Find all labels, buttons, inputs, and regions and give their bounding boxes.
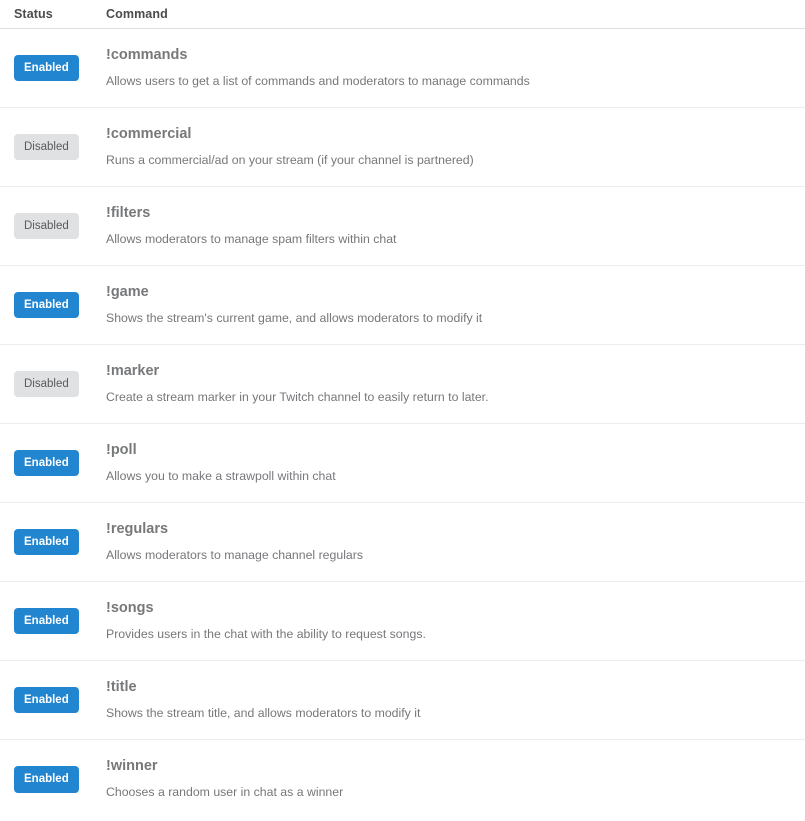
command-name[interactable]: !title (106, 679, 791, 696)
cell-command: !title Shows the stream title, and allows… (106, 679, 791, 720)
cell-command: !game Shows the stream's current game, an… (106, 284, 791, 325)
command-name[interactable]: !marker (106, 363, 791, 380)
table-row[interactable]: Enabled !songs Provides users in the chat … (0, 582, 805, 661)
command-description: Shows the stream's current game, and all… (106, 310, 483, 325)
command-name[interactable]: !filters (106, 205, 791, 222)
command-description: Create a stream marker in your Twitch ch… (106, 389, 489, 404)
cell-status: Enabled (14, 607, 106, 635)
cell-status: Disabled (14, 370, 106, 398)
cell-status: Enabled (14, 686, 106, 714)
cell-command: !commercial Runs a commercial/ad on your … (106, 126, 791, 167)
status-badge-enabled[interactable]: Enabled (14, 449, 79, 477)
status-badge-disabled[interactable]: Disabled (14, 133, 79, 161)
command-name[interactable]: !poll (106, 442, 791, 459)
table-row[interactable]: Enabled !poll Allows you to make a strawpo… (0, 424, 805, 503)
command-name[interactable]: !regulars (106, 521, 791, 538)
command-name[interactable]: !songs (106, 600, 791, 617)
column-header-status: Status (14, 6, 53, 21)
cell-status: Enabled (14, 54, 106, 82)
cell-command: !commands Allows users to get a list of c… (106, 47, 791, 88)
cell-status: Disabled (14, 212, 106, 240)
cell-status: Enabled (14, 449, 106, 477)
table-header-row: Status Command (0, 0, 805, 29)
command-name[interactable]: !commands (106, 47, 791, 64)
command-description: Allows moderators to manage spam filters… (106, 231, 397, 246)
commands-table: Status Command Enabled !commands Allows us… (0, 0, 805, 819)
status-badge-enabled[interactable]: Enabled (14, 766, 79, 793)
command-description: Allows moderators to manage channel regu… (106, 547, 364, 562)
table-row[interactable]: Enabled !regulars Allows moderators to man… (0, 503, 805, 582)
command-name[interactable]: !winner (106, 759, 791, 775)
cell-status: Enabled (14, 528, 106, 556)
table-row[interactable]: Enabled !winner Chooses a random user in c… (0, 740, 805, 819)
status-badge-disabled[interactable]: Disabled (14, 370, 79, 398)
command-description: Provides users in the chat with the abil… (106, 626, 426, 641)
command-name[interactable]: !commercial (106, 126, 791, 143)
cell-command: !marker Create a stream marker in your Tw… (106, 363, 791, 404)
status-badge-enabled[interactable]: Enabled (14, 686, 79, 714)
cell-command: !regulars Allows moderators to manage cha… (106, 521, 791, 562)
status-badge-enabled[interactable]: Enabled (14, 607, 79, 635)
cell-status: Enabled (14, 766, 106, 793)
cell-status: Enabled (14, 291, 106, 319)
table-body: Enabled !commands Allows users to get a li… (0, 29, 805, 819)
cell-command: !winner Chooses a random user in chat as … (106, 759, 791, 800)
status-badge-disabled[interactable]: Disabled (14, 212, 79, 240)
table-row[interactable]: Enabled !commands Allows users to get a li… (0, 29, 805, 108)
cell-command: !songs Provides users in the chat with th… (106, 600, 791, 641)
table-row[interactable]: Disabled !marker Create a stream marker in… (0, 345, 805, 424)
command-description: Allows you to make a strawpoll within ch… (106, 468, 336, 483)
status-badge-enabled[interactable]: Enabled (14, 528, 79, 556)
cell-command: !poll Allows you to make a strawpoll with… (106, 442, 791, 483)
status-badge-enabled[interactable]: Enabled (14, 54, 79, 82)
column-header-command: Command (106, 6, 168, 21)
command-description: Shows the stream title, and allows moder… (106, 705, 421, 720)
table-row[interactable]: Disabled !commercial Runs a commercial/ad … (0, 108, 805, 187)
cell-status: Disabled (14, 133, 106, 161)
table-row[interactable]: Enabled !title Shows the stream title, and… (0, 661, 805, 740)
table-row[interactable]: Enabled !game Shows the stream's current g… (0, 266, 805, 345)
status-badge-enabled[interactable]: Enabled (14, 291, 79, 319)
table-row[interactable]: Disabled !filters Allows moderators to man… (0, 187, 805, 266)
command-description: Allows users to get a list of commands a… (106, 73, 530, 88)
command-description: Runs a commercial/ad on your stream (if … (106, 152, 474, 167)
command-description: Chooses a random user in chat as a winne… (106, 785, 344, 800)
cell-command: !filters Allows moderators to manage spam… (106, 205, 791, 246)
command-name[interactable]: !game (106, 284, 791, 301)
